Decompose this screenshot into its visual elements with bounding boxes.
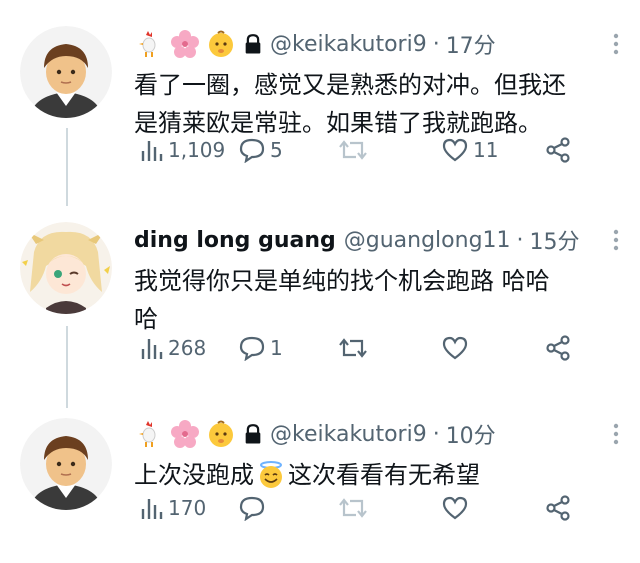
tweet[interactable]: @keikakutori9 · 17分 看了一圈，感觉又是熟悉的对冲。但我还 是… xyxy=(0,0,640,200)
reply-button[interactable] xyxy=(238,495,266,521)
more-options-icon[interactable] xyxy=(612,32,620,56)
views-count: 268 xyxy=(168,336,207,360)
timestamp[interactable]: 15分 xyxy=(530,224,580,256)
lock-icon xyxy=(245,34,261,54)
share-button[interactable] xyxy=(545,495,571,521)
tweet-text-segment: 上次没跑成 xyxy=(134,461,254,489)
separator-dot: · xyxy=(432,31,440,57)
avatar[interactable] xyxy=(20,222,112,314)
like-button[interactable]: 11 xyxy=(441,137,498,163)
reply-icon xyxy=(239,336,265,361)
tweet[interactable]: @keikakutori9 · 10分 上次没跑成 这次看看有无希望 170 xyxy=(0,400,640,563)
reply-icon xyxy=(239,496,265,521)
more-options-icon[interactable] xyxy=(612,422,620,446)
timestamp[interactable]: 10分 xyxy=(446,418,496,450)
reply-count: 5 xyxy=(270,138,283,162)
baby-icon xyxy=(209,30,233,57)
tweet-text-line: 看了一圈，感觉又是熟悉的对冲。但我还 xyxy=(134,71,566,99)
avatar[interactable] xyxy=(20,26,112,118)
avatar[interactable] xyxy=(20,418,112,510)
retweet-icon xyxy=(339,140,367,160)
baby-icon xyxy=(209,420,233,447)
reply-icon xyxy=(239,138,265,163)
retweet-button[interactable] xyxy=(338,495,368,521)
user-handle[interactable]: @keikakutori9 xyxy=(270,32,427,57)
like-button[interactable] xyxy=(441,495,469,521)
retweet-icon xyxy=(339,498,367,518)
cherry-blossom-icon xyxy=(171,420,199,448)
views-button[interactable]: 268 xyxy=(140,335,206,361)
rooster-icon xyxy=(139,421,156,447)
share-icon xyxy=(546,335,570,361)
views-icon xyxy=(141,141,163,161)
tweet-text: 我觉得你只是单纯的找个机会跑路 哈哈 哈 xyxy=(134,262,620,338)
reply-button[interactable]: 1 xyxy=(238,335,283,361)
timestamp[interactable]: 17分 xyxy=(446,28,496,60)
like-count: 11 xyxy=(473,138,499,162)
tweet[interactable]: ding long guang @guanglong11 · 15分 我觉得你只… xyxy=(0,200,640,400)
smiling-face-with-halo-icon xyxy=(260,461,282,488)
share-button[interactable] xyxy=(545,137,571,163)
retweet-button[interactable] xyxy=(338,335,368,361)
tweet-text-line: 我觉得你只是单纯的找个机会跑路 哈哈 xyxy=(134,267,550,295)
tweet-text: 看了一圈，感觉又是熟悉的对冲。但我还 是猜莱欧是常驻。如果错了我就跑路。 xyxy=(134,66,620,142)
views-button[interactable]: 170 xyxy=(140,495,206,521)
views-button[interactable]: 1,109 xyxy=(140,137,225,163)
share-icon xyxy=(546,495,570,521)
views-count: 170 xyxy=(168,496,207,520)
heart-icon xyxy=(442,138,468,162)
cherry-blossom-icon xyxy=(171,30,199,58)
heart-icon xyxy=(442,336,468,360)
man-avatar-icon xyxy=(20,26,112,118)
anime-girl-avatar-icon xyxy=(20,222,112,314)
share-icon xyxy=(546,137,570,163)
views-icon xyxy=(141,499,163,519)
user-handle[interactable]: @keikakutori9 xyxy=(270,422,427,447)
heart-icon xyxy=(442,496,468,520)
reply-button[interactable]: 5 xyxy=(238,137,283,163)
retweet-button[interactable] xyxy=(338,137,368,163)
separator-dot: · xyxy=(432,421,440,447)
rooster-icon xyxy=(139,31,156,57)
views-icon xyxy=(141,339,163,359)
more-options-icon[interactable] xyxy=(612,228,620,252)
share-button[interactable] xyxy=(545,335,571,361)
retweet-icon xyxy=(339,338,367,358)
user-handle[interactable]: @guanglong11 xyxy=(344,228,511,253)
display-name[interactable]: ding long guang xyxy=(134,228,336,253)
man-avatar-icon xyxy=(20,418,112,510)
views-count: 1,109 xyxy=(168,138,226,162)
reply-count: 1 xyxy=(270,336,283,360)
tweet-text-line: 哈 xyxy=(134,305,158,333)
tweet-text-segment: 这次看看有无希望 xyxy=(288,461,480,489)
lock-icon xyxy=(245,424,261,444)
tweet-text: 上次没跑成 这次看看有无希望 xyxy=(134,456,620,494)
like-button[interactable] xyxy=(441,335,469,361)
separator-dot: · xyxy=(516,227,524,253)
